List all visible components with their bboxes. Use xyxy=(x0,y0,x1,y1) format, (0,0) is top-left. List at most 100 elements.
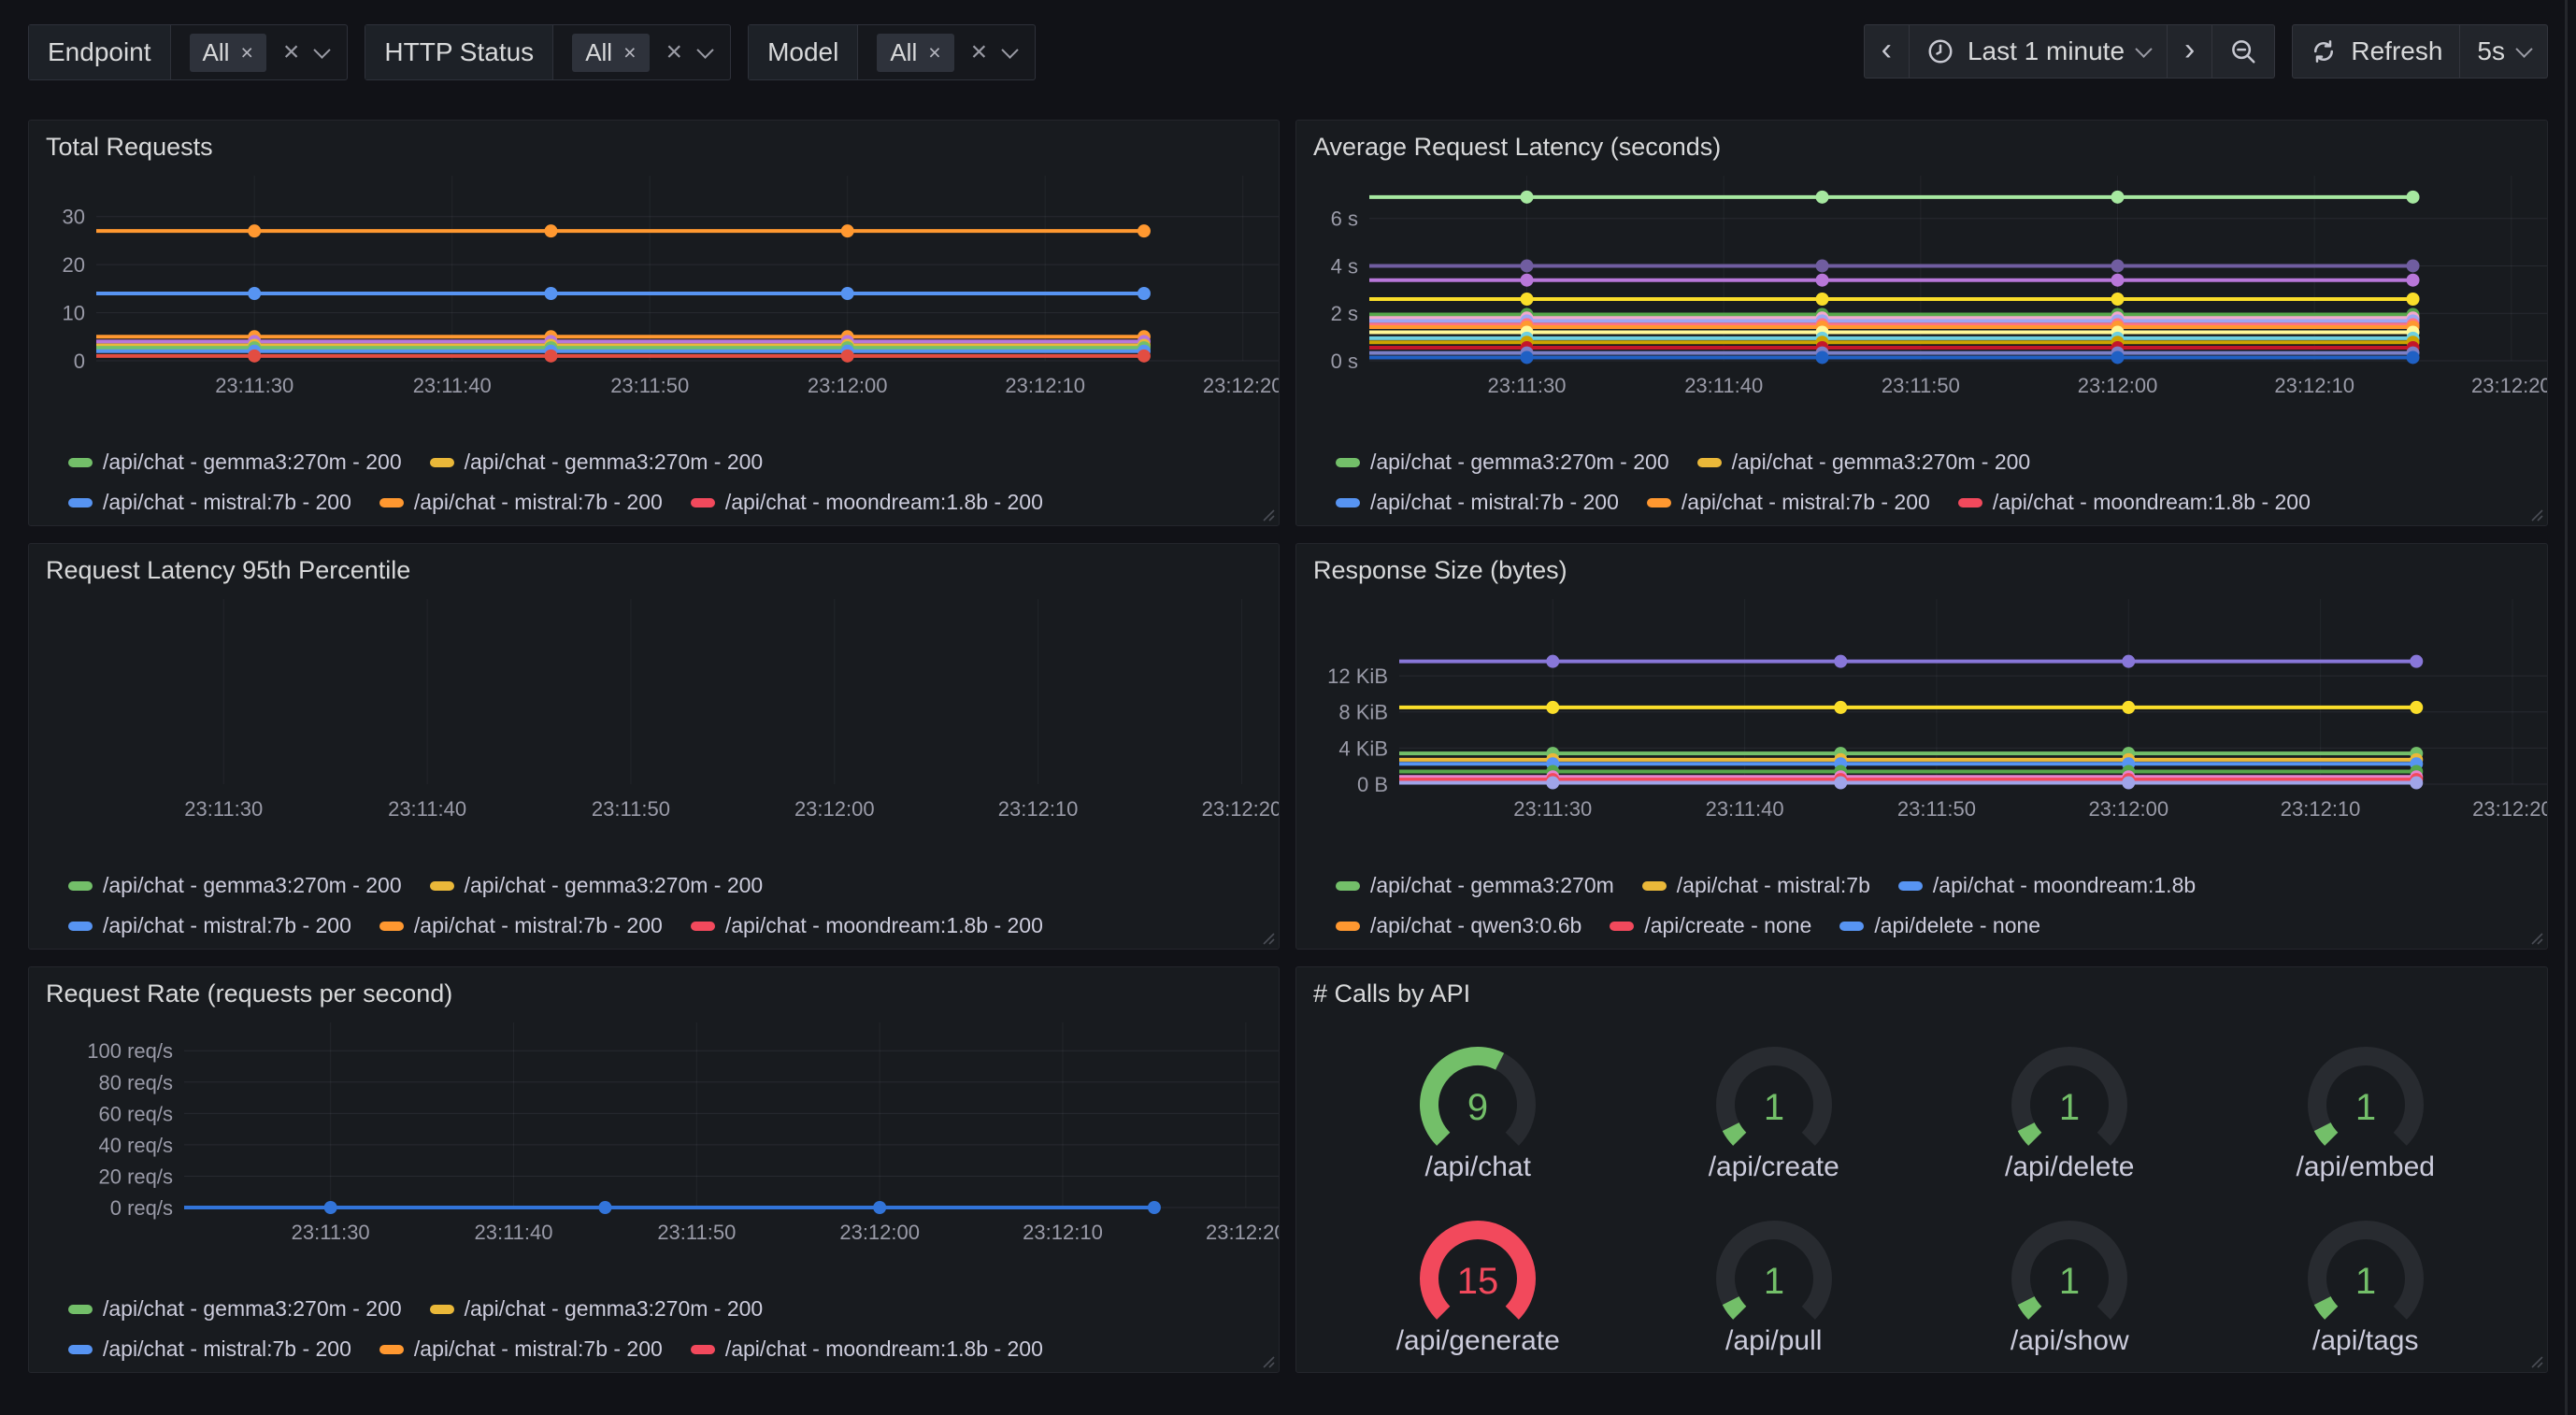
series-point[interactable] xyxy=(1546,701,1559,714)
panel-resize-handle[interactable] xyxy=(1261,931,1276,946)
series-point[interactable] xyxy=(1816,293,1829,306)
filter-endpoint-value[interactable]: All × × xyxy=(171,25,348,79)
series-point[interactable] xyxy=(2407,293,2420,306)
panel-title[interactable]: Request Latency 95th Percentile xyxy=(29,544,1279,592)
panel-resize-handle[interactable] xyxy=(1261,1354,1276,1369)
refresh-button[interactable]: Refresh xyxy=(2292,24,2460,79)
panel-resize-handle[interactable] xyxy=(2529,931,2544,946)
series-point[interactable] xyxy=(248,224,261,237)
legend-item[interactable]: /api/chat - moondream:1.8b - 200 xyxy=(691,913,1043,938)
series-point[interactable] xyxy=(873,1201,886,1214)
panel-title[interactable]: # Calls by API xyxy=(1296,967,2547,1015)
filter-model-chip[interactable]: All × xyxy=(877,34,953,72)
series-point[interactable] xyxy=(598,1201,611,1214)
chevron-down-icon[interactable] xyxy=(696,41,713,58)
legend-item[interactable]: /api/chat - moondream:1.8b - 200 xyxy=(1958,490,2311,515)
series-point[interactable] xyxy=(544,350,557,363)
legend-item[interactable]: /api/chat - mistral:7b - 200 xyxy=(379,490,663,515)
chip-remove-icon[interactable]: × xyxy=(240,42,252,64)
legend-item[interactable]: /api/chat - gemma3:270m - 200 xyxy=(430,873,764,898)
legend-item[interactable]: /api/chat - mistral:7b - 200 xyxy=(379,1336,663,1362)
chevron-down-icon[interactable] xyxy=(314,41,331,58)
series-point[interactable] xyxy=(544,224,557,237)
series-point[interactable] xyxy=(248,350,261,363)
legend-item[interactable]: /api/chat - mistral:7b - 200 xyxy=(68,490,351,515)
chip-remove-icon[interactable]: × xyxy=(623,42,636,64)
filter-endpoint-chip[interactable]: All × xyxy=(190,34,266,72)
series-point[interactable] xyxy=(2111,191,2125,204)
legend-item[interactable]: /api/chat - gemma3:270m - 200 xyxy=(68,1296,402,1322)
panel-title[interactable]: Response Size (bytes) xyxy=(1296,544,2547,592)
legend-item[interactable]: /api/chat - moondream:1.8b - 200 xyxy=(691,1336,1043,1362)
series-point[interactable] xyxy=(1521,191,1534,204)
legend-item[interactable]: /api/chat - mistral:7b - 200 xyxy=(1336,490,1619,515)
series-point[interactable] xyxy=(2111,259,2125,272)
clear-icon[interactable]: × xyxy=(666,38,683,66)
chip-remove-icon[interactable]: × xyxy=(928,42,940,64)
series-point[interactable] xyxy=(2111,350,2125,364)
series-point[interactable] xyxy=(841,287,854,300)
legend-item[interactable]: /api/chat - gemma3:270m - 200 xyxy=(68,450,402,475)
clear-icon[interactable]: × xyxy=(283,38,300,66)
legend-item[interactable]: /api/chat - mistral:7b - 200 xyxy=(379,913,663,938)
series-point[interactable] xyxy=(2122,655,2135,668)
series-point[interactable] xyxy=(544,287,557,300)
series-point[interactable] xyxy=(2111,293,2125,306)
series-point[interactable] xyxy=(1816,350,1829,364)
legend-item[interactable]: /api/chat - gemma3:270m - 200 xyxy=(1697,450,2031,475)
series-point[interactable] xyxy=(1521,274,1534,287)
timeseries-plot[interactable]: 23:11:3023:11:4023:11:5023:12:0023:12:10… xyxy=(1311,168,2548,441)
timeseries-plot[interactable]: 23:11:3023:11:4023:11:5023:12:0023:12:10… xyxy=(1311,592,2548,865)
time-shift-back-button[interactable]: ‹ xyxy=(1864,24,1910,79)
legend-item[interactable]: /api/chat - gemma3:270m - 200 xyxy=(1336,450,1669,475)
legend-item[interactable]: /api/chat - gemma3:270m xyxy=(1336,873,1614,898)
series-point[interactable] xyxy=(1138,287,1151,300)
series-point[interactable] xyxy=(1138,224,1151,237)
legend-item[interactable]: /api/chat - qwen3:0.6b xyxy=(1336,913,1581,938)
clear-icon[interactable]: × xyxy=(971,38,988,66)
series-point[interactable] xyxy=(1834,777,1847,790)
timeseries-plot[interactable]: 23:11:3023:11:4023:11:5023:12:0023:12:10… xyxy=(44,168,1280,441)
timeseries-plot[interactable]: 23:11:3023:11:4023:11:5023:12:0023:12:10… xyxy=(44,1015,1280,1288)
legend-item[interactable]: /api/chat - mistral:7b - 200 xyxy=(1647,490,1930,515)
series-point[interactable] xyxy=(1521,350,1534,364)
series-point[interactable] xyxy=(841,224,854,237)
series-point[interactable] xyxy=(2111,274,2125,287)
series-point[interactable] xyxy=(1834,655,1847,668)
legend-item[interactable]: /api/chat - gemma3:270m - 200 xyxy=(430,450,764,475)
time-shift-forward-button[interactable]: › xyxy=(2168,24,2212,79)
page-scrollbar[interactable] xyxy=(2565,0,2568,1415)
legend-item[interactable]: /api/chat - mistral:7b - 200 xyxy=(68,913,351,938)
legend-item[interactable]: /api/chat - gemma3:270m - 200 xyxy=(430,1296,764,1322)
series-point[interactable] xyxy=(1521,259,1534,272)
series-point[interactable] xyxy=(2407,259,2420,272)
series-point[interactable] xyxy=(2410,777,2423,790)
filter-http-status-value[interactable]: All × × xyxy=(553,25,730,79)
series-point[interactable] xyxy=(2410,655,2423,668)
filter-http-status-chip[interactable]: All × xyxy=(572,34,649,72)
time-range-picker-button[interactable]: Last 1 minute xyxy=(1910,24,2168,79)
legend-item[interactable]: /api/chat - moondream:1.8b xyxy=(1898,873,2196,898)
series-point[interactable] xyxy=(2410,701,2423,714)
series-point[interactable] xyxy=(1816,191,1829,204)
panel-title[interactable]: Request Rate (requests per second) xyxy=(29,967,1279,1015)
series-point[interactable] xyxy=(1546,777,1559,790)
series-point[interactable] xyxy=(248,287,261,300)
panel-title[interactable]: Total Requests xyxy=(29,121,1279,168)
panel-resize-handle[interactable] xyxy=(2529,507,2544,522)
series-point[interactable] xyxy=(1834,701,1847,714)
timeseries-plot[interactable]: 23:11:3023:11:4023:11:5023:12:0023:12:10… xyxy=(44,592,1280,865)
series-point[interactable] xyxy=(324,1201,337,1214)
legend-item[interactable]: /api/chat - gemma3:270m - 200 xyxy=(68,873,402,898)
panel-title[interactable]: Average Request Latency (seconds) xyxy=(1296,121,2547,168)
panel-resize-handle[interactable] xyxy=(2529,1354,2544,1369)
series-point[interactable] xyxy=(2122,777,2135,790)
series-point[interactable] xyxy=(2407,350,2420,364)
legend-item[interactable]: /api/chat - mistral:7b xyxy=(1642,873,1870,898)
legend-item[interactable]: /api/chat - moondream:1.8b - 200 xyxy=(691,490,1043,515)
series-point[interactable] xyxy=(1521,293,1534,306)
legend-item[interactable]: /api/create - none xyxy=(1610,913,1811,938)
series-point[interactable] xyxy=(1546,655,1559,668)
series-point[interactable] xyxy=(2122,701,2135,714)
series-point[interactable] xyxy=(1148,1201,1161,1214)
